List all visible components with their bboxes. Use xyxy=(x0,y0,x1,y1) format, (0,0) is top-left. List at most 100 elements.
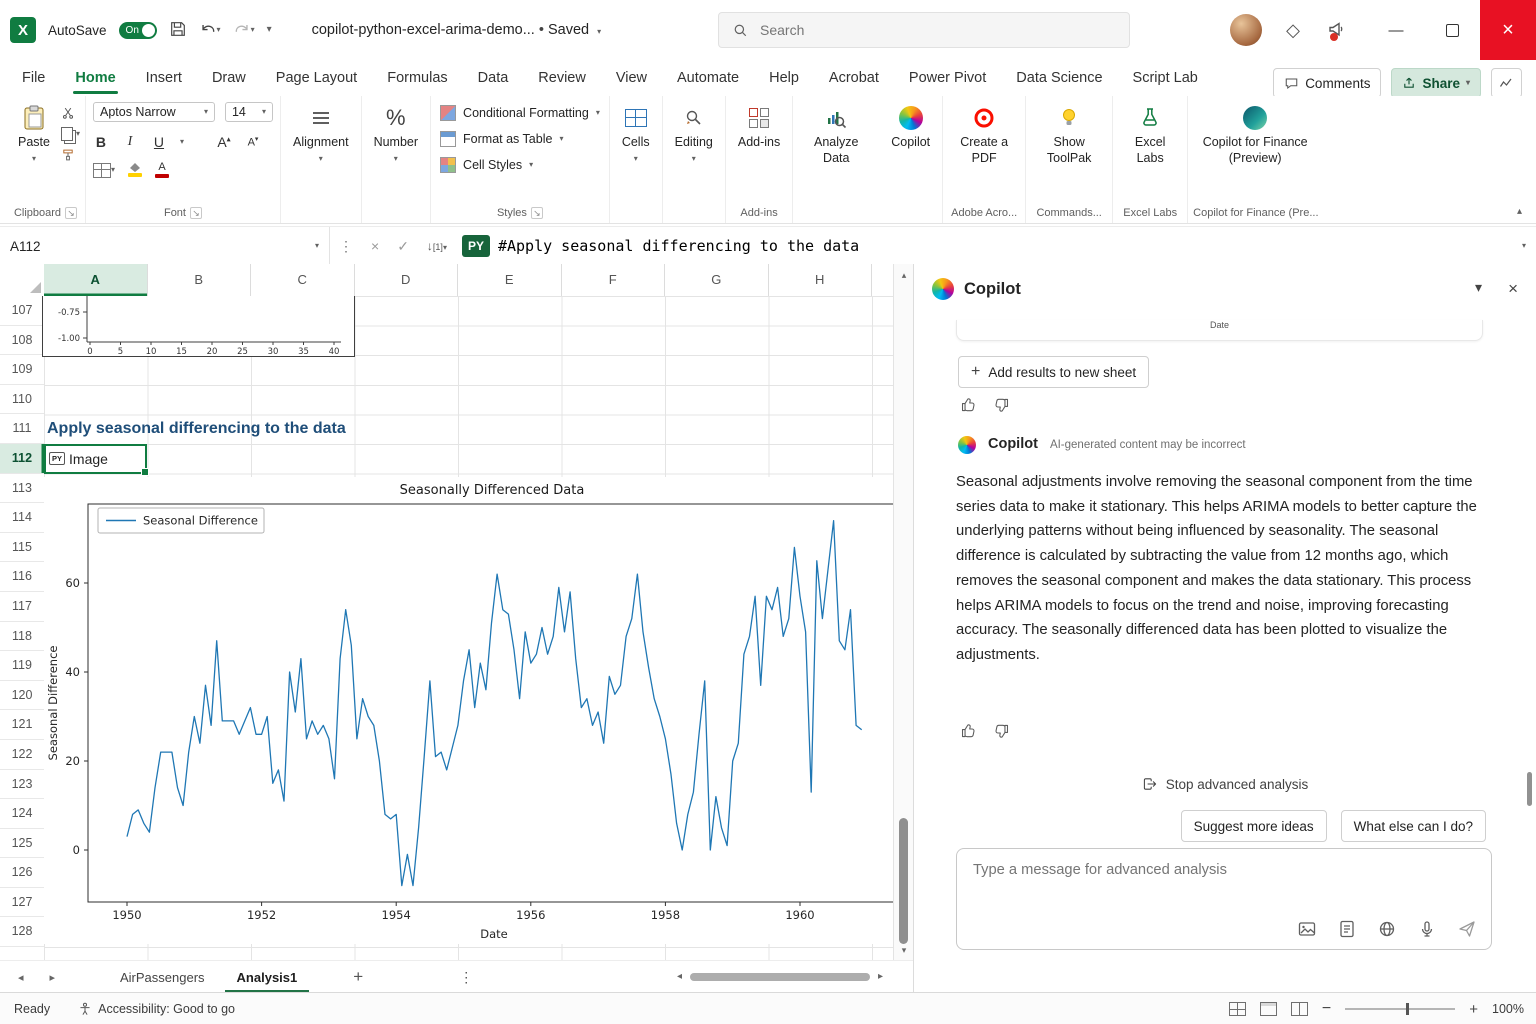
format-as-table-button[interactable]: Format as Table▾ xyxy=(436,128,604,150)
share-button[interactable]: Share ▾ xyxy=(1391,68,1481,98)
menu-tab-power-pivot[interactable]: Power Pivot xyxy=(907,64,988,92)
document-title[interactable]: copilot-python-excel-arima-demo... • Sav… xyxy=(312,22,602,38)
sheet-tab-analysis1[interactable]: Analysis1 xyxy=(221,962,314,993)
scroll-up-icon[interactable]: ▴ xyxy=(894,270,914,281)
addins-button[interactable]: Add-ins xyxy=(731,98,787,153)
cut-button[interactable] xyxy=(61,106,80,120)
excel-labs-button[interactable]: Excel Labs xyxy=(1118,98,1182,168)
borders-button[interactable]: ▾ xyxy=(93,163,115,178)
select-all-corner[interactable] xyxy=(0,264,45,297)
column-header-D[interactable]: D xyxy=(355,264,459,296)
column-header-C[interactable]: C xyxy=(251,264,355,296)
page-break-view-button[interactable] xyxy=(1291,1002,1308,1016)
copilot-message-input[interactable] xyxy=(971,861,1481,879)
format-painter-button[interactable] xyxy=(61,148,80,162)
image-prompt-icon[interactable] xyxy=(1297,919,1317,939)
menu-tab-script-lab[interactable]: Script Lab xyxy=(1131,64,1200,92)
zoom-slider[interactable] xyxy=(1345,1008,1455,1010)
editing-button[interactable]: Editing ▾ xyxy=(668,98,720,165)
suggest-more-ideas-button[interactable]: Suggest more ideas xyxy=(1181,810,1327,842)
close-button[interactable]: × xyxy=(1480,0,1536,60)
number-button[interactable]: % Number ▾ xyxy=(367,98,425,165)
cells-button[interactable]: Cells ▾ xyxy=(615,98,657,165)
column-header-F[interactable]: F xyxy=(562,264,666,296)
comments-button[interactable]: Comments xyxy=(1273,68,1381,98)
row-header-118[interactable]: 118 xyxy=(0,622,44,652)
row-header-113[interactable]: 113 xyxy=(0,474,44,504)
web-search-icon[interactable] xyxy=(1377,919,1397,939)
formula-bar-handle[interactable]: ⋮ xyxy=(339,238,353,255)
cell-a111-heading[interactable]: Apply seasonal differencing to the data xyxy=(47,414,346,444)
horizontal-scroll-thumb[interactable] xyxy=(690,973,870,981)
quick-access-toolbar-menu[interactable]: ▾ xyxy=(267,25,272,35)
search-box[interactable] xyxy=(718,12,1130,48)
send-icon[interactable] xyxy=(1457,919,1477,939)
row-header-123[interactable]: 123 xyxy=(0,770,44,800)
formula-input[interactable]: #Apply seasonal differencing to the data xyxy=(498,237,859,255)
bold-button[interactable]: B xyxy=(93,134,109,150)
copilot-button[interactable]: Copilot xyxy=(884,98,937,153)
zoom-out-button[interactable]: − xyxy=(1322,1000,1331,1018)
row-header-115[interactable]: 115 xyxy=(0,533,44,563)
zoom-level[interactable]: 100% xyxy=(1492,1002,1524,1016)
close-panel-icon[interactable]: × xyxy=(1508,279,1518,299)
row-header-126[interactable]: 126 xyxy=(0,858,44,888)
dictate-icon[interactable] xyxy=(1417,919,1437,939)
menu-tab-page-layout[interactable]: Page Layout xyxy=(274,64,359,92)
copy-button[interactable]: ▾ xyxy=(61,127,80,141)
cancel-entry-icon[interactable]: × xyxy=(371,238,379,254)
copilot-finance-button[interactable]: Copilot for Finance (Preview) xyxy=(1193,98,1317,168)
user-avatar[interactable] xyxy=(1230,14,1262,46)
prompt-library-icon[interactable] xyxy=(1337,919,1357,939)
row-header-121[interactable]: 121 xyxy=(0,710,44,740)
vertical-scroll-thumb[interactable] xyxy=(899,818,908,944)
autosave-toggle[interactable]: On xyxy=(119,22,157,39)
scroll-left-icon[interactable]: ◂ xyxy=(677,971,682,982)
row-header-107[interactable]: 107 xyxy=(0,296,44,326)
redo-button[interactable]: ▾ xyxy=(233,21,255,39)
font-size-select[interactable]: 14▾ xyxy=(225,102,273,122)
row-header-117[interactable]: 117 xyxy=(0,592,44,622)
selected-cell-a112[interactable]: PY Image xyxy=(44,444,147,474)
styles-dialog-launcher[interactable]: ↘ xyxy=(531,207,543,219)
column-header-E[interactable]: E xyxy=(458,264,562,296)
seasonal-chart[interactable]: 0204060195019521954195619581960Seasonall… xyxy=(44,477,893,944)
italic-button[interactable]: I xyxy=(122,134,138,150)
maximize-button[interactable] xyxy=(1424,0,1480,60)
fill-handle[interactable] xyxy=(141,468,149,476)
menu-tab-acrobat[interactable]: Acrobat xyxy=(827,64,881,92)
python-run-order-icon[interactable]: ↓[1]▾ xyxy=(427,239,447,253)
menu-tab-formulas[interactable]: Formulas xyxy=(385,64,449,92)
announcements-icon[interactable] xyxy=(1326,19,1346,42)
add-results-button[interactable]: + Add results to new sheet xyxy=(958,356,1149,388)
menu-tab-automate[interactable]: Automate xyxy=(675,64,741,92)
underline-button[interactable]: U xyxy=(151,134,167,150)
row-header-125[interactable]: 125 xyxy=(0,829,44,859)
sheet-tab-more-icon[interactable]: ⋮ xyxy=(459,969,473,986)
row-header-122[interactable]: 122 xyxy=(0,740,44,770)
alignment-button[interactable]: Alignment ▾ xyxy=(286,98,356,165)
cell-styles-button[interactable]: Cell Styles▾ xyxy=(436,154,604,176)
expand-formula-bar-icon[interactable]: ▾ xyxy=(1522,242,1526,250)
collapse-ribbon-button[interactable]: ▴ xyxy=(1517,206,1522,217)
copilot-scroll-thumb[interactable] xyxy=(1527,772,1532,806)
row-header-112[interactable]: 112 xyxy=(0,444,44,474)
row-header-110[interactable]: 110 xyxy=(0,385,44,415)
stop-advanced-analysis-link[interactable]: Stop advanced analysis xyxy=(914,776,1536,792)
row-header-124[interactable]: 124 xyxy=(0,799,44,829)
thumbs-down-icon[interactable] xyxy=(992,722,1010,740)
zoom-slider-thumb[interactable] xyxy=(1406,1003,1409,1015)
menu-tab-file[interactable]: File xyxy=(20,64,47,92)
ribbon-options-button[interactable] xyxy=(1491,68,1522,98)
menu-tab-draw[interactable]: Draw xyxy=(210,64,248,92)
undo-button[interactable]: ▾ xyxy=(199,21,221,39)
row-header-108[interactable]: 108 xyxy=(0,326,44,356)
column-header-B[interactable]: B xyxy=(148,264,252,296)
sheet-tab-airpassengers[interactable]: AirPassengers xyxy=(104,962,221,993)
row-header-127[interactable]: 127 xyxy=(0,888,44,918)
next-sheet-icon[interactable]: ▸ xyxy=(50,971,56,984)
decrease-font-button[interactable]: A▾ xyxy=(245,135,261,149)
column-header-G[interactable]: G xyxy=(665,264,769,296)
vertical-scrollbar[interactable]: ▴ ▾ xyxy=(893,264,914,960)
thumbs-up-icon[interactable] xyxy=(960,396,978,414)
